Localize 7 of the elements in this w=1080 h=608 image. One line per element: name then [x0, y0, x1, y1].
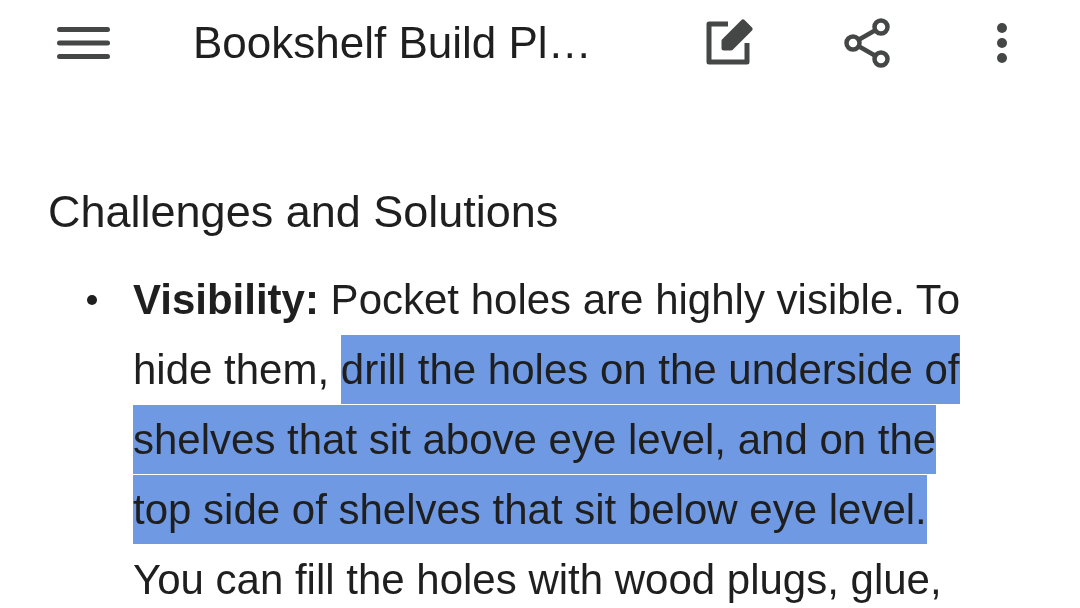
- section-heading: Challenges and Solutions: [48, 185, 560, 239]
- document-title: Bookshelf Build Pl…: [193, 17, 592, 69]
- edit-icon: [704, 19, 754, 67]
- bullet-icon: [87, 295, 97, 305]
- share-icon: [843, 18, 891, 68]
- menu-icon: [57, 27, 110, 59]
- more-options-icon: [995, 23, 1009, 63]
